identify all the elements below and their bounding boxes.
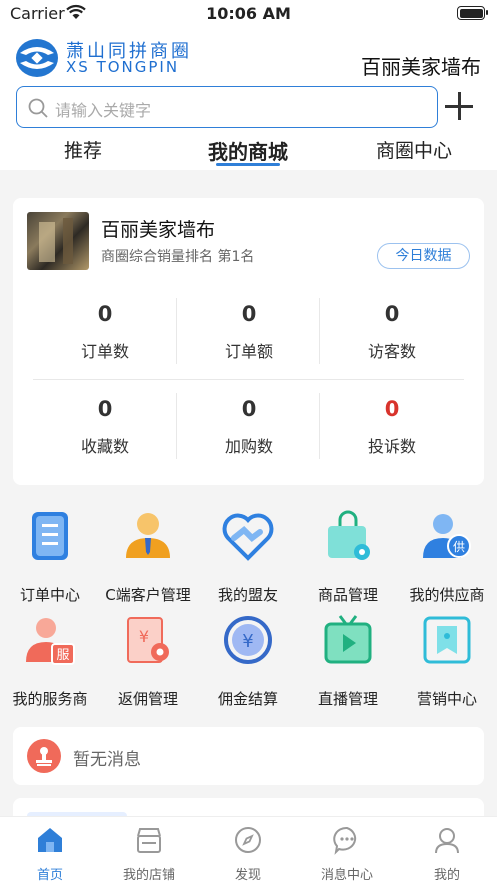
menu-rebate-management[interactable]: ¥ 返佣管理	[98, 612, 198, 709]
stat-label: 收藏数	[80, 437, 129, 456]
divider	[319, 298, 320, 364]
search-placeholder: 请输入关键字	[55, 101, 152, 120]
menu-my-service-providers[interactable]: 服 我的服务商	[0, 612, 100, 709]
menu-label: 商品管理	[317, 586, 378, 604]
tabbar-label: 我的店铺	[122, 868, 175, 883]
service-provider-icon: 服	[26, 618, 75, 665]
customer-icon	[126, 513, 170, 558]
tabbar-label: 首页	[36, 868, 63, 883]
message-text: 暂无消息	[73, 750, 141, 770]
shop-icon	[137, 828, 161, 853]
order-doc-icon	[32, 512, 68, 560]
stat-favorites[interactable]: 0 收藏数	[33, 397, 177, 457]
menu-my-suppliers[interactable]: 供 我的供应商	[397, 508, 497, 605]
menu-label: 订单中心	[19, 586, 80, 604]
store-title: 百丽美家墙布	[101, 219, 216, 241]
tabbar-discover[interactable]: 发现	[208, 825, 288, 883]
menu-order-center[interactable]: 订单中心	[0, 508, 100, 605]
tabbar-label: 我的	[433, 868, 460, 883]
stat-value: 0	[384, 397, 400, 421]
stamp-icon	[27, 739, 61, 773]
tab-recommend[interactable]: 推荐	[46, 136, 120, 163]
rebate-gear-icon: ¥	[127, 617, 169, 663]
stat-label: 加购数	[224, 437, 273, 456]
divider	[176, 298, 177, 364]
stat-value: 0	[241, 302, 257, 326]
stat-value: 0	[97, 397, 113, 421]
menu-label: C端客户管理	[105, 586, 191, 604]
tabbar-messages[interactable]: 消息中心	[307, 825, 387, 883]
logo-icon	[16, 39, 58, 77]
today-data-button[interactable]: 今日数据	[377, 243, 470, 269]
header-store-name: 百丽美家墙布	[361, 55, 481, 79]
stat-add-to-cart[interactable]: 0 加购数	[177, 397, 321, 457]
message-icon	[333, 826, 357, 855]
home-icon	[38, 828, 62, 852]
tab-business-center[interactable]: 商圈中心	[366, 136, 462, 163]
stat-order-count[interactable]: 0 订单数	[33, 302, 177, 362]
battery-icon	[457, 6, 488, 20]
menu-live-management[interactable]: 直播管理	[298, 612, 398, 709]
menu-customer-management[interactable]: C端客户管理	[98, 508, 198, 605]
clock: 10:06 AM	[206, 4, 291, 23]
shopping-bag-gear-icon	[328, 510, 370, 560]
search-input[interactable]: 请输入关键字	[16, 86, 438, 128]
tabbar-profile[interactable]: 我的	[407, 825, 487, 883]
supplier-icon: 供	[423, 514, 471, 558]
menu-label: 佣金结算	[217, 690, 278, 708]
profile-icon	[435, 828, 459, 854]
add-button[interactable]	[445, 92, 473, 120]
handshake-heart-icon	[222, 513, 274, 561]
bottom-tab-bar: 首页 我的店铺 发现 消息中心 我的	[0, 816, 497, 883]
svg-text:服: 服	[56, 648, 69, 663]
svg-text:¥: ¥	[242, 631, 253, 652]
logo-text-en: XS TONGPIN	[66, 58, 180, 76]
search-icon	[28, 98, 48, 118]
svg-text:¥: ¥	[139, 627, 149, 646]
menu-my-allies[interactable]: 我的盟友	[198, 508, 298, 605]
menu-label: 我的服务商	[12, 690, 88, 708]
stat-value: 0	[384, 302, 400, 326]
menu-marketing-center[interactable]: 营销中心	[397, 612, 497, 709]
tab-my-mall[interactable]: 我的商城	[196, 136, 300, 165]
stat-complaints[interactable]: 0 投诉数	[320, 397, 464, 457]
svg-text:供: 供	[453, 540, 465, 554]
stat-label: 投诉数	[367, 437, 416, 456]
stat-order-amount[interactable]: 0 订单额	[177, 302, 321, 362]
active-tab-indicator	[216, 163, 280, 166]
compass-icon	[235, 827, 261, 853]
divider	[319, 393, 320, 459]
top-tabs: 推荐 我的商城 商圈中心	[0, 132, 497, 168]
menu-label: 返佣管理	[117, 690, 178, 708]
tabbar-label: 发现	[234, 868, 261, 883]
menu-label: 直播管理	[317, 690, 378, 708]
status-bar: Carrier 10:06 AM	[0, 0, 497, 28]
stat-label: 订单数	[80, 342, 129, 361]
yen-refresh-icon: ¥	[224, 616, 272, 664]
store-ranking: 商圈综合销量排名 第1名	[101, 249, 255, 265]
stat-label: 订单额	[224, 342, 273, 361]
menu-commission-settlement[interactable]: ¥ 佣金结算	[198, 612, 298, 709]
header: 萧山同拼商圈 XS TONGPIN 百丽美家墙布 请输入关键字 推荐 我的商城 …	[0, 28, 497, 170]
stat-label: 访客数	[367, 342, 416, 361]
store-stats-card: 百丽美家墙布 商圈综合销量排名 第1名 今日数据 0 订单数 0 订单额 0 访…	[13, 198, 484, 485]
divider	[176, 393, 177, 459]
stat-value: 0	[241, 397, 257, 421]
tabbar-my-shop[interactable]: 我的店铺	[109, 825, 189, 883]
divider	[33, 379, 464, 380]
store-thumbnail	[27, 212, 89, 270]
stat-value: 0	[97, 302, 113, 326]
menu-label: 我的盟友	[217, 586, 278, 604]
menu-product-management[interactable]: 商品管理	[298, 508, 398, 605]
stat-visitors[interactable]: 0 访客数	[320, 302, 464, 362]
menu-label: 营销中心	[416, 690, 477, 708]
marketing-tag-icon	[423, 616, 471, 664]
tabbar-home[interactable]: 首页	[10, 825, 90, 883]
live-tv-icon	[324, 615, 372, 664]
menu-label: 我的供应商	[409, 586, 485, 604]
message-bar[interactable]: 暂无消息	[13, 727, 484, 785]
tabbar-label: 消息中心	[320, 868, 373, 883]
